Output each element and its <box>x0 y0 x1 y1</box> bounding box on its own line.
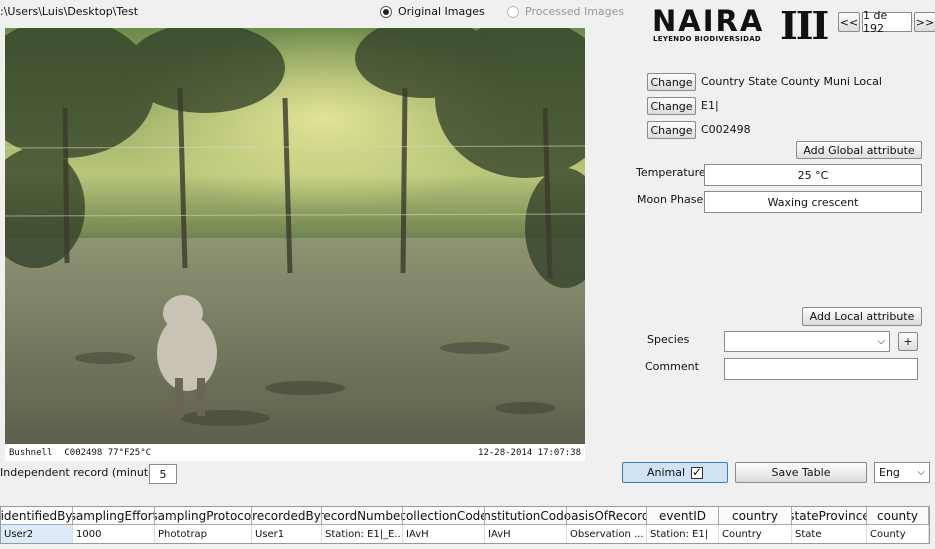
radio-selected-icon <box>380 5 392 18</box>
save-table-button[interactable]: Save Table <box>735 462 867 483</box>
photo-image <box>5 28 585 444</box>
table-cell[interactable]: IAvH <box>403 525 485 543</box>
column-header[interactable]: identifiedBy <box>1 507 73 525</box>
temperature-label: Temperature <box>636 166 706 179</box>
independent-record-input[interactable]: 5 <box>149 464 177 484</box>
station-value: E1| <box>701 99 719 112</box>
column-header[interactable]: county <box>867 507 929 525</box>
photo-info-bar: Bushnell C002498 77°F25°C 12-28-2014 17:… <box>5 444 585 461</box>
add-local-attribute-button[interactable]: Add Local attribute <box>802 307 922 326</box>
temperature-field[interactable]: 25 °C <box>704 164 922 186</box>
column-header[interactable]: samplingEffort <box>73 507 155 525</box>
table-cell[interactable]: Country <box>719 525 792 543</box>
column-header[interactable]: institutionCode <box>485 507 567 525</box>
processed-images-label: Processed Images <box>525 5 625 18</box>
table-cell[interactable]: 1000 <box>73 525 155 543</box>
checkbox-checked-icon[interactable] <box>691 465 704 479</box>
file-path: :\Users\Luis\Desktop\Test <box>0 5 139 18</box>
column-header[interactable]: recordedBy <box>252 507 322 525</box>
table-cell[interactable]: IAvH <box>485 525 567 543</box>
column-header[interactable]: country <box>719 507 792 525</box>
table-cell[interactable]: Phototrap <box>155 525 252 543</box>
radio-unselected-icon <box>507 5 519 18</box>
change-camera-button[interactable]: Change <box>647 121 696 139</box>
animal-label: Animal <box>646 466 686 479</box>
column-header[interactable]: basisOfRecord <box>567 507 647 525</box>
camera-brand: Bushnell <box>9 447 53 458</box>
location-value: Country State County Muni Local <box>701 75 882 88</box>
photo-datetime: 12-28-2014 17:07:38 <box>478 447 581 458</box>
processed-images-radio[interactable]: Processed Images <box>507 5 624 18</box>
change-location-button[interactable]: Change <box>647 73 696 91</box>
naira-logo: NAIRA LEYENDO BIODIVERSIDAD III <box>652 3 829 48</box>
animal-toggle-button[interactable]: Animal <box>622 462 728 483</box>
column-header[interactable]: recordNumber <box>322 507 403 525</box>
records-table: identifiedBy samplingEffort samplingProt… <box>0 506 930 544</box>
column-header[interactable]: samplingProtocol <box>155 507 252 525</box>
original-images-radio[interactable]: Original Images <box>380 5 485 18</box>
next-image-button[interactable]: >> <box>914 12 935 32</box>
table-cell[interactable]: User2 <box>1 525 73 543</box>
table-cell[interactable]: User1 <box>252 525 322 543</box>
species-select[interactable]: ⌵ <box>724 331 890 352</box>
table-cell[interactable]: State <box>792 525 867 543</box>
prev-image-button[interactable]: << <box>838 12 860 32</box>
original-images-label: Original Images <box>398 5 485 18</box>
camera-trap-photo <box>5 28 585 444</box>
camera-info: C002498 77°F25°C <box>64 447 152 458</box>
table-cell[interactable]: Station: E1| <box>647 525 719 543</box>
moon-phase-label: Moon Phase <box>637 193 704 206</box>
add-global-attribute-button[interactable]: Add Global attribute <box>796 141 922 159</box>
column-header[interactable]: eventID <box>647 507 719 525</box>
moon-phase-field[interactable]: Waxing crescent <box>704 191 922 213</box>
table-cell[interactable]: Observation ... <box>567 525 647 543</box>
change-station-button[interactable]: Change <box>647 97 696 115</box>
chevron-down-icon: ⌵ <box>917 467 925 478</box>
column-header[interactable]: stateProvince <box>792 507 867 525</box>
language-select[interactable]: Eng ⌵ <box>874 462 930 483</box>
comment-label: Comment <box>645 360 699 373</box>
language-value: Eng <box>879 466 900 479</box>
species-label: Species <box>647 333 690 346</box>
independent-record-label: Independent record (minutes): <box>0 466 169 479</box>
logo-name: NAIRA <box>652 4 765 38</box>
table-cell[interactable]: Station: E1|_E... <box>322 525 403 543</box>
add-species-button[interactable]: + <box>898 332 918 351</box>
chevron-down-icon: ⌵ <box>877 336 885 347</box>
table-row[interactable]: User2 1000 Phototrap User1 Station: E1|_… <box>1 525 929 543</box>
image-counter: 1 de 192 <box>862 9 912 35</box>
camera-value: C002498 <box>701 123 751 136</box>
column-header[interactable]: collectionCode <box>403 507 485 525</box>
table-cell[interactable]: County <box>867 525 929 543</box>
table-header: identifiedBy samplingEffort samplingProt… <box>1 507 929 525</box>
comment-input[interactable] <box>724 358 918 380</box>
logo-roman: III <box>780 3 829 48</box>
logo-tagline: LEYENDO BIODIVERSIDAD <box>653 35 762 43</box>
